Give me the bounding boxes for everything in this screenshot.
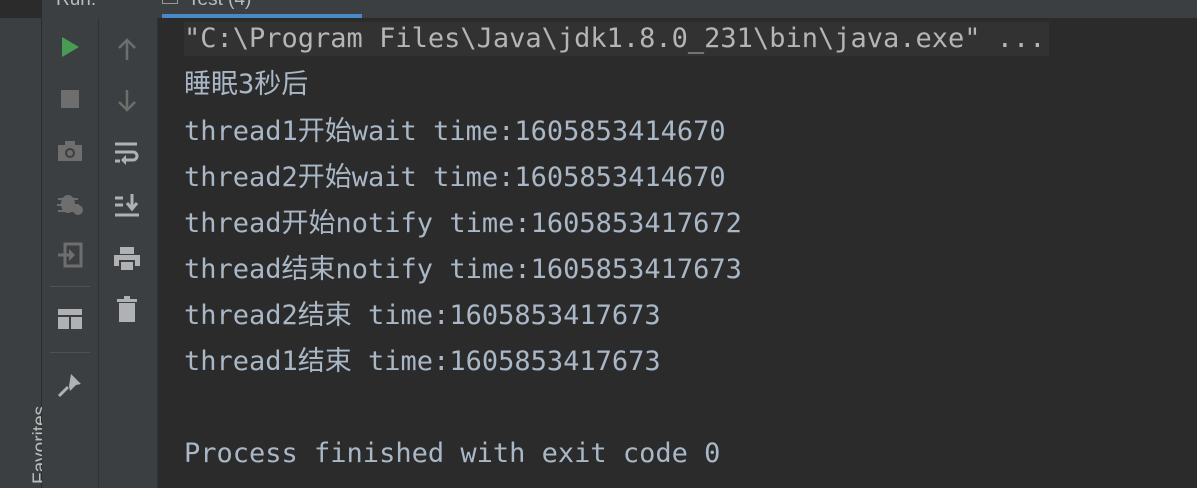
exit-icon [58,242,83,268]
exit-status-line: Process finished with exit code 0 [184,438,721,469]
tool-window-header: Run: Test (4) [42,0,1197,19]
toolbar-separator [50,352,90,353]
print-button[interactable] [112,244,142,274]
console-line: thread1结束 time:1605853417673 [184,346,661,377]
console-line: thread2结束 time:1605853417673 [184,300,661,331]
camera-icon [58,141,82,161]
soft-wrap-button[interactable] [112,138,142,168]
next-occurrence-button[interactable] [112,86,142,116]
tab-test[interactable]: Test (4) [162,0,362,18]
run-label: Run: [56,0,116,18]
rerun-button[interactable] [55,32,85,62]
print-icon [114,247,140,272]
debug-icon [57,195,83,215]
clear-all-button[interactable] [112,294,142,324]
tab-test-label: Test (4) [188,0,251,10]
command-line: "C:\Program Files\Java\jdk1.8.0_231\bin\… [184,22,1049,56]
file-icon [162,0,178,4]
scroll-to-end-button[interactable] [112,190,142,220]
console-line: thread2开始wait time:1605853414670 [184,162,726,193]
previous-occurrence-button[interactable] [112,34,142,64]
rerun-icon [62,37,79,57]
stop-button[interactable] [55,84,85,114]
console-line: 睡眠3秒后 [184,69,309,100]
exit-button[interactable] [55,240,85,270]
layout-icon [58,309,82,329]
toolbar-separator [50,286,90,287]
run-toolbar-secondary [99,18,158,488]
pin-icon [57,374,81,398]
trash-icon [117,296,137,322]
up-arrow-icon [118,38,136,60]
scroll-to-end-icon [115,194,139,217]
down-arrow-icon [118,90,136,112]
console-output[interactable]: "C:\Program Files\Java\jdk1.8.0_231\bin\… [158,18,1197,488]
console-line: thread结束notify time:1605853417673 [184,254,742,285]
pin-button[interactable] [55,370,85,400]
console-line: thread开始notify time:1605853417672 [184,208,742,239]
stop-icon [61,90,79,108]
layout-button[interactable] [55,304,85,334]
console-line: thread1开始wait time:1605853414670 [184,116,726,147]
run-toolbar-primary [42,18,98,488]
soft-wrap-icon [115,142,139,165]
dump-threads-button[interactable] [55,136,85,166]
debug-button[interactable] [55,188,85,218]
